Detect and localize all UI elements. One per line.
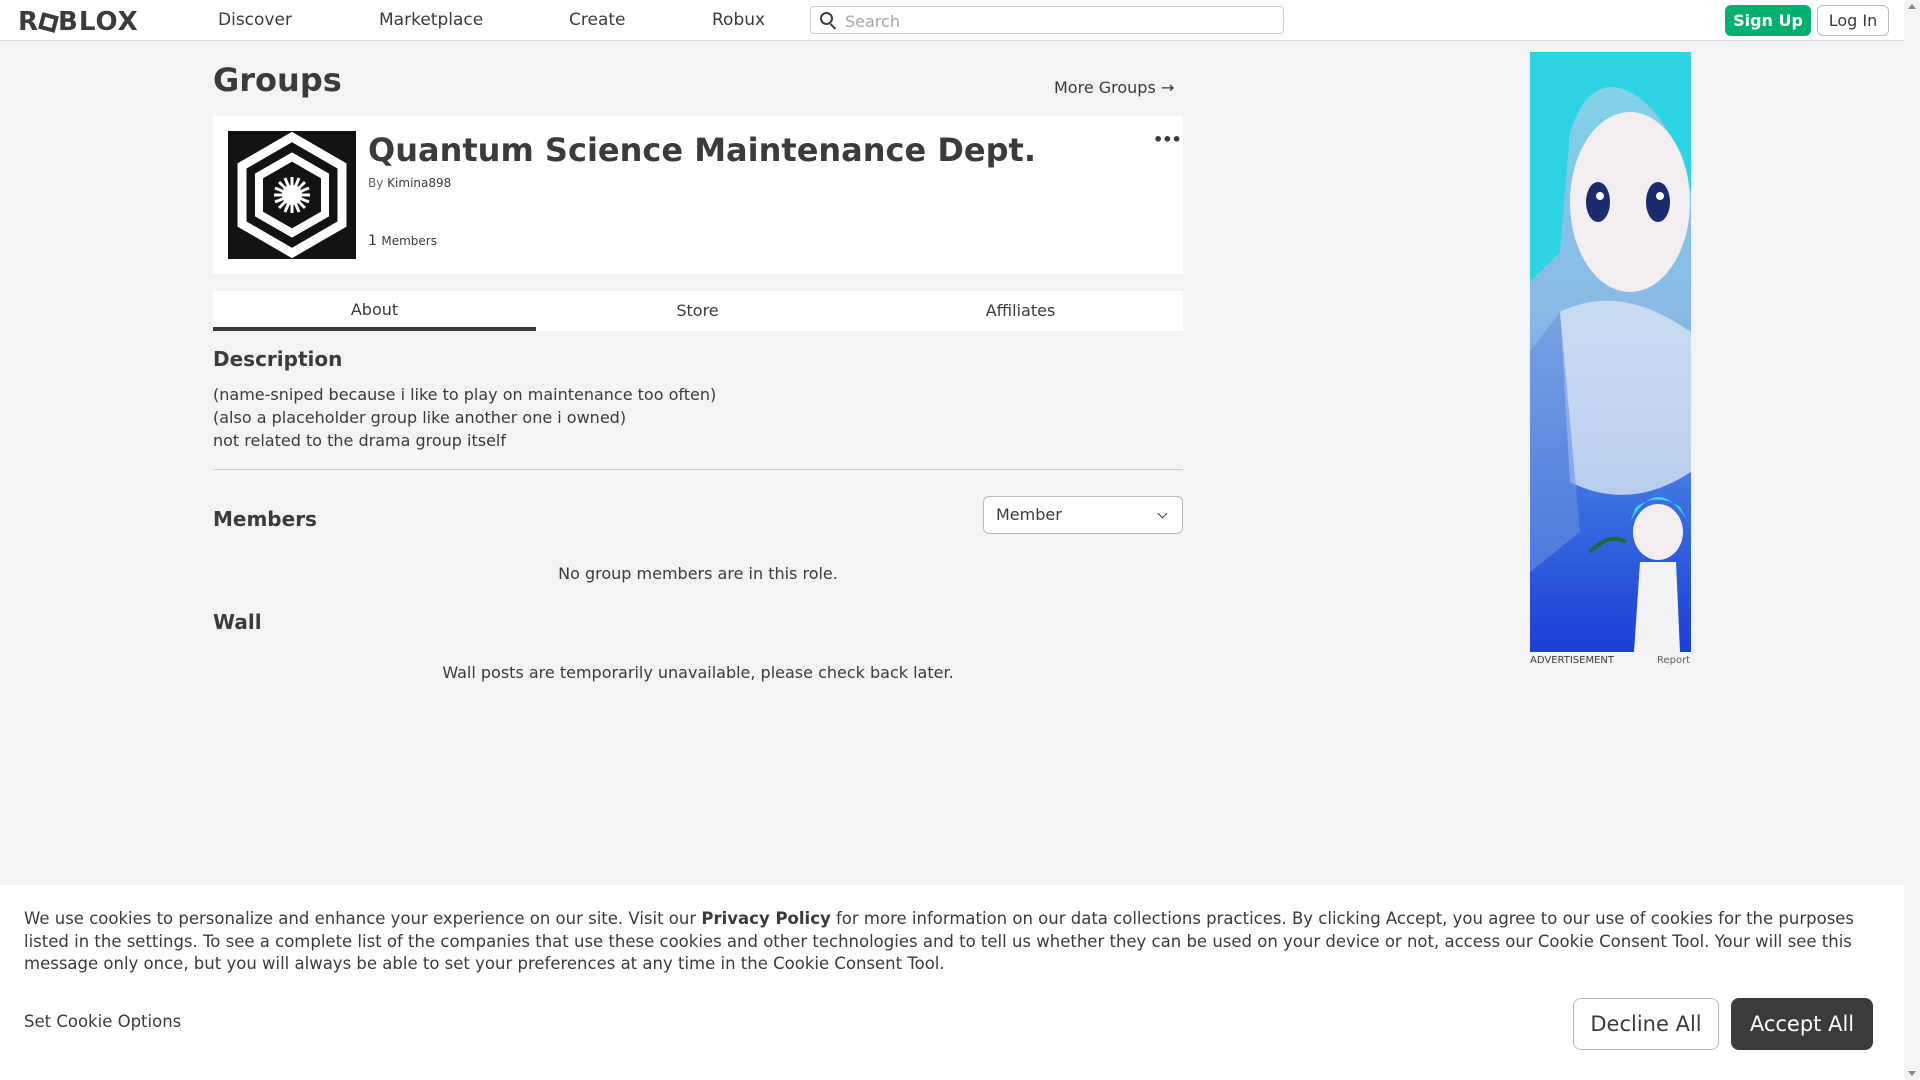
tab-affiliates[interactable]: Affiliates [859,291,1182,331]
group-owner-line: By Kimina898 [368,176,451,190]
log-in-button[interactable]: Log In [1817,5,1889,36]
group-header-card: Quantum Science Maintenance Dept. By Kim… [213,116,1183,274]
nav-marketplace[interactable]: Marketplace [379,10,483,30]
page-scrollbar[interactable] [1904,0,1920,1080]
top-nav: R BLOX Discover Marketplace Create Robux … [0,0,1904,41]
group-name: Quantum Science Maintenance Dept. [368,131,1036,169]
advertisement-label: ADVERTISEMENT [1530,655,1615,666]
member-count-label: Members [381,234,437,248]
cookie-text-before: We use cookies to personalize and enhanc… [24,909,702,928]
description-heading: Description [213,347,343,371]
scroll-up-arrow-icon[interactable] [1908,4,1916,9]
nav-robux[interactable]: Robux [712,10,765,30]
divider [213,469,1183,470]
group-tabs: About Store Affiliates [213,291,1183,331]
scroll-down-arrow-icon[interactable] [1908,1071,1916,1076]
by-label: By [368,176,384,190]
decline-all-button[interactable]: Decline All [1573,998,1719,1050]
role-selected-value: Member [996,505,1062,524]
sign-up-button[interactable]: Sign Up [1725,5,1811,36]
privacy-policy-link[interactable]: Privacy Policy [701,909,830,928]
tab-about[interactable]: About [213,291,536,331]
page-title: Groups [213,61,342,99]
roblox-logo[interactable]: R BLOX [18,7,139,37]
search-icon [820,12,833,25]
member-count-value: 1 [368,233,377,249]
wall-heading: Wall [213,610,262,634]
cookie-message: We use cookies to personalize and enhanc… [24,908,1884,976]
tab-store[interactable]: Store [536,291,859,331]
more-groups-link[interactable]: More Groups → [1054,78,1174,97]
member-count: 1 Members [368,233,437,249]
advertisement-banner[interactable] [1530,52,1691,652]
group-description: (name-sniped because i like to play on m… [213,383,716,452]
ad-report-link[interactable]: Report [1657,655,1690,666]
nav-create[interactable]: Create [569,10,626,30]
nav-discover[interactable]: Discover [218,10,292,30]
search-input[interactable] [843,9,1277,33]
chevron-down-icon [1157,508,1168,519]
more-options-icon[interactable]: ••• [1153,130,1182,149]
owner-link[interactable]: Kimina898 [387,176,451,190]
members-empty-message: No group members are in this role. [558,564,838,583]
cookie-banner: We use cookies to personalize and enhanc… [0,885,1904,1080]
search-box[interactable] [810,6,1284,34]
set-cookie-options-link[interactable]: Set Cookie Options [24,1012,181,1031]
wall-empty-message: Wall posts are temporarily unavailable, … [442,663,954,682]
description-line: (name-sniped because i like to play on m… [213,385,717,404]
description-line: not related to the drama group itself [213,431,507,450]
accept-all-button[interactable]: Accept All [1731,998,1873,1050]
group-emblem [228,131,356,259]
description-line: (also a placeholder group like another o… [213,408,627,427]
role-dropdown[interactable]: Member [983,496,1183,534]
members-heading: Members [213,507,317,531]
